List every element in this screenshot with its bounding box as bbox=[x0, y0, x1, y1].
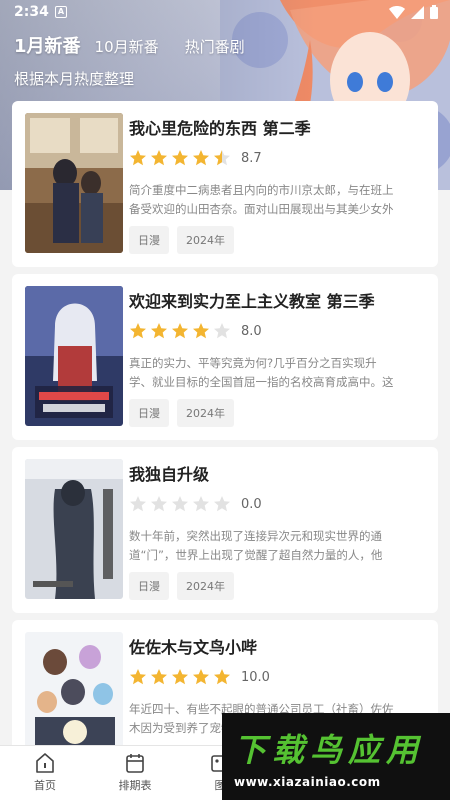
anime-title: 我独自升级 bbox=[129, 465, 210, 484]
status-icons bbox=[389, 5, 438, 19]
rating-score: 10.0 bbox=[241, 669, 270, 685]
star-icon bbox=[193, 150, 209, 166]
rating: 8.7 bbox=[129, 149, 262, 167]
nav-home-label: 首页 bbox=[34, 779, 56, 792]
star-rating bbox=[129, 495, 231, 513]
watermark-url: www.xiazainiao.com bbox=[234, 775, 381, 789]
tag-region[interactable]: 日漫 bbox=[129, 399, 169, 427]
site-watermark: 下载鸟应用 www.xiazainiao.com bbox=[222, 713, 450, 800]
tag-list: 日漫 2024年 bbox=[129, 226, 234, 254]
star-rating bbox=[129, 322, 231, 340]
star-icon bbox=[214, 323, 230, 339]
home-icon bbox=[36, 753, 54, 773]
star-icon bbox=[130, 669, 146, 685]
watermark-title: 下载鸟应用 bbox=[234, 731, 425, 769]
app-notification-icon: A bbox=[55, 6, 67, 18]
tag-year[interactable]: 2024年 bbox=[177, 572, 234, 600]
rating: 0.0 bbox=[129, 495, 262, 513]
star-icon bbox=[172, 323, 188, 339]
anime-cover bbox=[25, 113, 123, 253]
star-icon bbox=[172, 150, 188, 166]
star-icon bbox=[151, 323, 167, 339]
star-icon bbox=[172, 669, 188, 685]
star-icon bbox=[193, 496, 209, 512]
battery-icon bbox=[430, 5, 438, 19]
star-icon bbox=[130, 496, 146, 512]
tab-october[interactable]: 10月新番 bbox=[95, 36, 159, 57]
anime-title: 欢迎来到实力至上主义教室 第三季 bbox=[129, 292, 375, 311]
tab-january[interactable]: 1月新番 bbox=[14, 32, 81, 58]
rating: 10.0 bbox=[129, 668, 270, 686]
tag-list: 日漫 2024年 bbox=[129, 399, 234, 427]
tag-region[interactable]: 日漫 bbox=[129, 226, 169, 254]
signal-icon bbox=[411, 5, 424, 19]
nav-schedule[interactable]: 排期表 bbox=[95, 752, 175, 793]
star-icon bbox=[214, 669, 230, 685]
page-subtitle: 根据本月热度整理 bbox=[14, 70, 135, 88]
star-rating bbox=[129, 149, 231, 167]
anime-cover bbox=[25, 459, 123, 599]
rating-score: 8.7 bbox=[241, 150, 262, 166]
tag-year[interactable]: 2024年 bbox=[177, 399, 234, 427]
anime-title: 佐佐木与文鸟小哔 bbox=[129, 638, 258, 657]
rating-score: 0.0 bbox=[241, 496, 262, 512]
anime-title: 我心里危险的东西 第二季 bbox=[129, 119, 311, 138]
anime-card[interactable]: 欢迎来到实力至上主义教室 第三季 8.0 真正的实力、平等究竟为何?几乎百分之百… bbox=[12, 274, 438, 440]
nav-home[interactable]: 首页 bbox=[5, 752, 85, 793]
anime-cover bbox=[25, 286, 123, 426]
star-icon bbox=[130, 150, 146, 166]
star-icon bbox=[151, 150, 167, 166]
calendar-icon bbox=[126, 754, 144, 773]
star-icon bbox=[130, 323, 146, 339]
season-tabs: 1月新番 10月新番 热门番剧 bbox=[14, 32, 271, 58]
anime-description: 真正的实力、平等究竟为何?几乎百分之百实现升学、就业目标的全国首屈一指的名校高育… bbox=[129, 356, 394, 389]
star-icon bbox=[193, 669, 209, 685]
anime-card[interactable]: 我独自升级 0.0 数十年前，突然出现了连接异次元和现实世界的通道“门”，世界上… bbox=[12, 447, 438, 613]
anime-description: 简介重度中二病患者且内向的市川京太郎，与在班上备受欢迎的山田杏奈。面对山田展现出… bbox=[129, 183, 394, 216]
anime-description: 数十年前，突然出现了连接异次元和现实世界的通道“门”，世界上出现了觉醒了超自然力… bbox=[129, 529, 383, 562]
star-rating bbox=[129, 668, 231, 686]
tab-popular[interactable]: 热门番剧 bbox=[185, 36, 245, 57]
star-icon bbox=[214, 150, 230, 166]
star-icon bbox=[151, 669, 167, 685]
star-icon bbox=[151, 496, 167, 512]
star-icon bbox=[193, 323, 209, 339]
status-time: 2:34 bbox=[14, 4, 49, 20]
anime-card[interactable]: 我心里危险的东西 第二季 8.7 简介重度中二病患者且内向的市川京太郎，与在班上… bbox=[12, 101, 438, 267]
tag-region[interactable]: 日漫 bbox=[129, 572, 169, 600]
nav-schedule-label: 排期表 bbox=[118, 779, 152, 792]
rating-score: 8.0 bbox=[241, 323, 262, 339]
star-icon bbox=[172, 496, 188, 512]
rating: 8.0 bbox=[129, 322, 262, 340]
status-bar: 2:34 A bbox=[0, 0, 450, 26]
star-icon bbox=[214, 496, 230, 512]
wifi-icon bbox=[389, 5, 405, 19]
tag-list: 日漫 2024年 bbox=[129, 572, 234, 600]
tag-year[interactable]: 2024年 bbox=[177, 226, 234, 254]
